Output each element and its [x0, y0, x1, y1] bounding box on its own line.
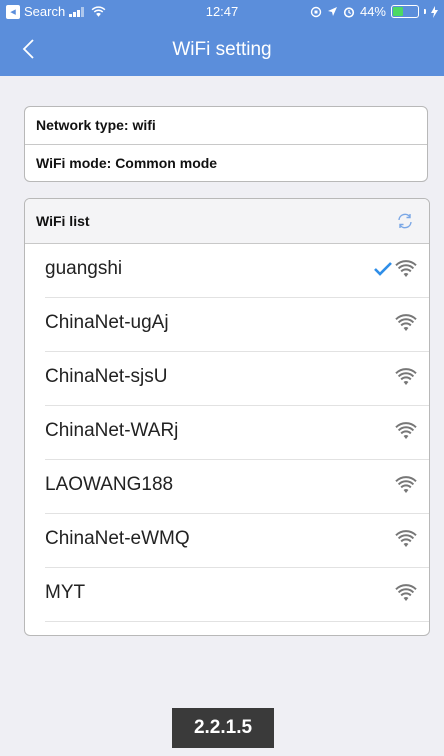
charging-icon [431, 5, 438, 18]
rotation-lock-icon [310, 6, 322, 17]
battery-cap [424, 9, 426, 14]
wifi-network-name: guangshi [45, 258, 123, 279]
wifi-network-item[interactable]: guangshi [45, 244, 429, 298]
alarm-icon [343, 6, 355, 18]
wifi-network-name: ChinaNet-sjsU [45, 366, 168, 387]
wifi-signal-icon [395, 584, 417, 601]
wifi-mode-row[interactable]: WiFi mode: Common mode [25, 144, 427, 181]
version-label: 2.2.1.5 [172, 708, 274, 748]
wifi-signal-icon [395, 368, 417, 385]
wifi-list-title: WiFi list [36, 213, 90, 229]
network-type-row: Network type: wifi [36, 117, 156, 133]
network-info-card: Network type: wifi WiFi mode: Common mod… [24, 106, 428, 182]
location-icon [327, 7, 337, 16]
status-bar: ◂ Search 12:47 44% [0, 0, 444, 24]
wifi-network-name: LAOWANG188 [45, 474, 174, 495]
battery-level [393, 7, 403, 16]
wifi-signal-icon [395, 314, 417, 331]
wifi-network-item[interactable]: ChinaNet-ugAj [45, 298, 429, 352]
wifi-network-name: ChinaNet-WARj [45, 420, 179, 441]
refresh-icon[interactable] [395, 211, 415, 231]
status-bar-right: 44% [310, 4, 438, 19]
wifi-network-item[interactable]: ChinaNet-WARj [45, 406, 429, 460]
wifi-network-item[interactable]: ChinaNet-eWMQ [45, 514, 429, 568]
wifi-signal-icon [395, 260, 417, 277]
wifi-signal-icon [395, 476, 417, 493]
wifi-list-header: WiFi list [25, 199, 429, 244]
wifi-network-name: ChinaNet-eWMQ [45, 528, 190, 549]
page-title: WiFi setting [172, 39, 272, 60]
wifi-list-card: WiFi list guangshi ChinaNet-ugAj ChinaNe… [24, 198, 430, 636]
wifi-network-name: MYT [45, 582, 86, 603]
battery-percent: 44% [359, 4, 386, 19]
wifi-signal-icon [395, 530, 417, 547]
wifi-network-item[interactable]: LAOWANG188 [45, 460, 429, 514]
wifi-network-name: ChinaNet-ugAj [45, 312, 169, 333]
wifi-network-list: guangshi ChinaNet-ugAj ChinaNet-sjsU Chi… [25, 244, 429, 622]
wifi-network-item[interactable]: MYT [45, 568, 429, 622]
wifi-network-item[interactable]: ChinaNet-sjsU [45, 352, 429, 406]
wifi-signal-icon [395, 422, 417, 439]
connected-check-icon [374, 262, 392, 276]
battery-icon [391, 5, 419, 18]
nav-bar: WiFi setting [0, 24, 444, 76]
